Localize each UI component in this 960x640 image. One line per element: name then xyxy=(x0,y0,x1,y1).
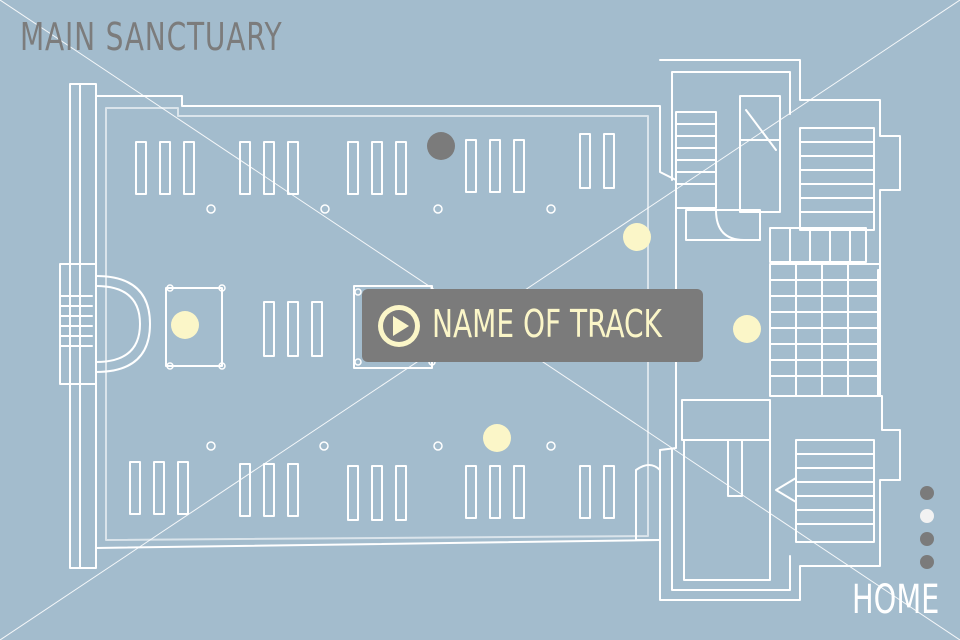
page-dot[interactable] xyxy=(920,486,934,500)
page-dot[interactable] xyxy=(920,555,934,569)
map-screen: MAIN SANCTUARY NAME OF TRACK HOME xyxy=(0,0,960,640)
hotspot-nave-north[interactable] xyxy=(427,132,455,160)
hotspot-nave-east[interactable] xyxy=(623,223,651,251)
home-link[interactable]: HOME xyxy=(852,580,939,620)
hotspot-apse[interactable] xyxy=(171,311,199,339)
page-title: MAIN SANCTUARY xyxy=(20,15,283,59)
page-dot[interactable] xyxy=(920,509,934,523)
page-dot[interactable] xyxy=(920,532,934,546)
play-icon[interactable] xyxy=(376,303,422,349)
middle-pews xyxy=(263,301,323,357)
hotspot-narthex[interactable] xyxy=(733,315,761,343)
east-stairs-north xyxy=(799,127,875,231)
track-name: NAME OF TRACK xyxy=(432,302,662,346)
track-player-button[interactable]: NAME OF TRACK xyxy=(362,289,703,362)
vestibule xyxy=(635,209,771,581)
north-stair-tower xyxy=(675,95,781,213)
hotspot-nave-south[interactable] xyxy=(483,424,511,452)
apse-steps xyxy=(59,295,93,347)
east-hall xyxy=(769,227,881,397)
south-pews xyxy=(129,461,615,521)
north-pews xyxy=(135,133,615,195)
apse xyxy=(95,275,223,373)
page-indicator xyxy=(920,486,936,578)
